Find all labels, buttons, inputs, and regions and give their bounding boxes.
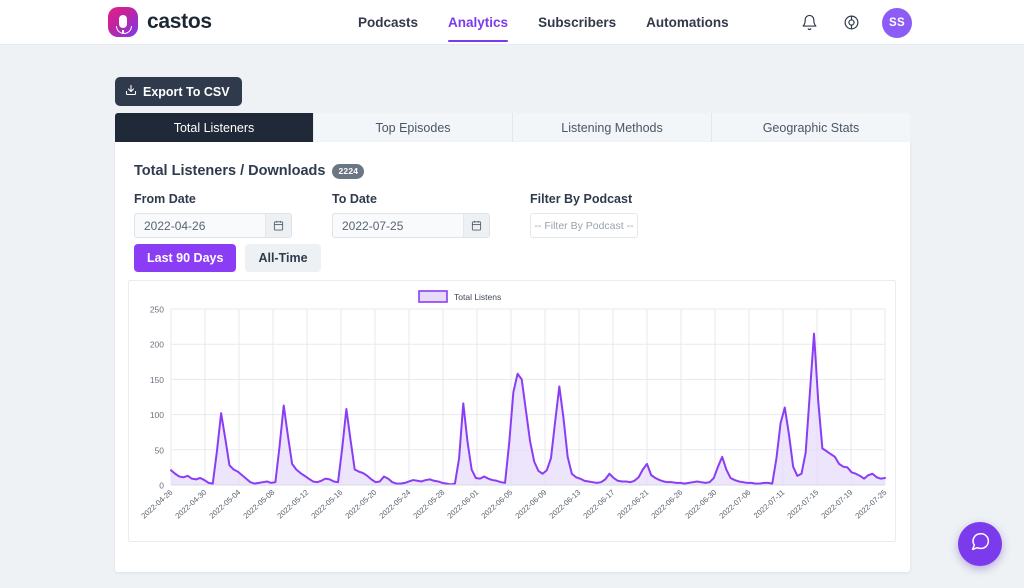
to-date-label: To Date [332, 192, 490, 206]
svg-text:150: 150 [150, 375, 164, 385]
svg-text:200: 200 [150, 340, 164, 350]
svg-text:Total Listens: Total Listens [454, 292, 501, 302]
svg-text:2022-04-26: 2022-04-26 [139, 488, 174, 521]
range-button-group: Last 90 Days All-Time [134, 244, 321, 272]
svg-text:2022-06-30: 2022-06-30 [683, 488, 718, 521]
total-listens-chart[interactable]: 0501001502002502022-04-262022-04-302022-… [128, 280, 896, 542]
export-to-csv-button[interactable]: Export To CSV [115, 77, 242, 106]
bell-icon[interactable] [798, 12, 820, 34]
analytics-tabs: Total Listeners Top Episodes Listening M… [115, 113, 910, 142]
svg-text:250: 250 [150, 305, 164, 315]
brand-logo[interactable]: castos [108, 7, 212, 37]
svg-text:2022-07-25: 2022-07-25 [853, 488, 888, 521]
chat-bubble-icon [970, 531, 991, 557]
nav-link-automations[interactable]: Automations [646, 0, 729, 45]
navbar-actions: SS [798, 0, 912, 45]
svg-text:2022-06-17: 2022-06-17 [581, 488, 616, 521]
card-title-text: Total Listeners / Downloads [134, 163, 325, 179]
svg-text:2022-06-05: 2022-06-05 [479, 488, 514, 521]
user-avatar[interactable]: SS [882, 8, 912, 38]
all-time-button[interactable]: All-Time [245, 244, 320, 272]
svg-text:2022-07-06: 2022-07-06 [717, 488, 752, 521]
lifebuoy-icon[interactable] [840, 12, 862, 34]
svg-text:2022-05-28: 2022-05-28 [411, 488, 446, 521]
svg-text:2022-05-08: 2022-05-08 [241, 488, 276, 521]
svg-text:2022-07-19: 2022-07-19 [819, 488, 854, 521]
from-date-label: From Date [134, 192, 292, 206]
nav-link-subscribers[interactable]: Subscribers [538, 0, 616, 45]
filter-by-podcast-group: Filter By Podcast -- Filter By Podcast -… [530, 192, 638, 238]
from-date-value: 2022-04-26 [144, 219, 205, 233]
support-chat-button[interactable] [958, 522, 1002, 566]
svg-text:2022-05-12: 2022-05-12 [275, 488, 310, 521]
svg-text:2022-04-30: 2022-04-30 [173, 488, 208, 521]
svg-text:100: 100 [150, 410, 164, 420]
filter-by-podcast-label: Filter By Podcast [530, 192, 638, 206]
svg-text:2022-05-24: 2022-05-24 [377, 488, 412, 521]
download-icon [125, 84, 137, 99]
primary-navigation: Podcasts Analytics Subscribers Automatio… [358, 0, 729, 45]
analytics-card: Total Listeners / Downloads 2224 From Da… [115, 142, 910, 572]
card-title: Total Listeners / Downloads 2224 [134, 163, 364, 179]
tab-listening-methods[interactable]: Listening Methods [513, 113, 712, 142]
svg-text:2022-05-16: 2022-05-16 [309, 488, 344, 521]
svg-text:0: 0 [159, 481, 164, 491]
svg-text:2022-06-26: 2022-06-26 [649, 488, 684, 521]
last-90-days-button[interactable]: Last 90 Days [134, 244, 236, 272]
nav-link-analytics[interactable]: Analytics [448, 0, 508, 45]
nav-link-podcasts[interactable]: Podcasts [358, 0, 418, 45]
svg-text:2022-06-09: 2022-06-09 [513, 488, 548, 521]
svg-text:2022-07-15: 2022-07-15 [785, 488, 820, 521]
castos-microphone-icon [108, 7, 138, 37]
svg-text:2022-06-21: 2022-06-21 [615, 488, 650, 521]
total-count-badge: 2224 [332, 164, 364, 179]
from-date-group: From Date 2022-04-26 [134, 192, 292, 238]
svg-text:50: 50 [155, 445, 165, 455]
export-to-csv-label: Export To CSV [143, 85, 230, 99]
from-date-input[interactable]: 2022-04-26 [134, 213, 292, 238]
svg-text:2022-05-20: 2022-05-20 [343, 488, 378, 521]
filter-row: From Date 2022-04-26 To Date 2022-07-25 [134, 192, 638, 238]
filter-by-podcast-select[interactable]: -- Filter By Podcast -- [530, 213, 638, 238]
svg-text:2022-06-13: 2022-06-13 [547, 488, 582, 521]
calendar-icon[interactable] [463, 214, 489, 237]
tab-geographic-stats[interactable]: Geographic Stats [712, 113, 910, 142]
tab-top-episodes[interactable]: Top Episodes [314, 113, 513, 142]
svg-text:2022-06-01: 2022-06-01 [445, 488, 480, 521]
tab-total-listeners[interactable]: Total Listeners [115, 113, 314, 142]
top-navbar: castos Podcasts Analytics Subscribers Au… [0, 0, 1024, 45]
to-date-value: 2022-07-25 [342, 219, 403, 233]
chart-canvas: 0501001502002502022-04-262022-04-302022-… [129, 281, 897, 543]
calendar-icon[interactable] [265, 214, 291, 237]
brand-name: castos [147, 10, 212, 34]
svg-text:2022-05-04: 2022-05-04 [207, 488, 242, 521]
to-date-group: To Date 2022-07-25 [332, 192, 490, 238]
svg-text:2022-07-11: 2022-07-11 [752, 488, 786, 520]
to-date-input[interactable]: 2022-07-25 [332, 213, 490, 238]
